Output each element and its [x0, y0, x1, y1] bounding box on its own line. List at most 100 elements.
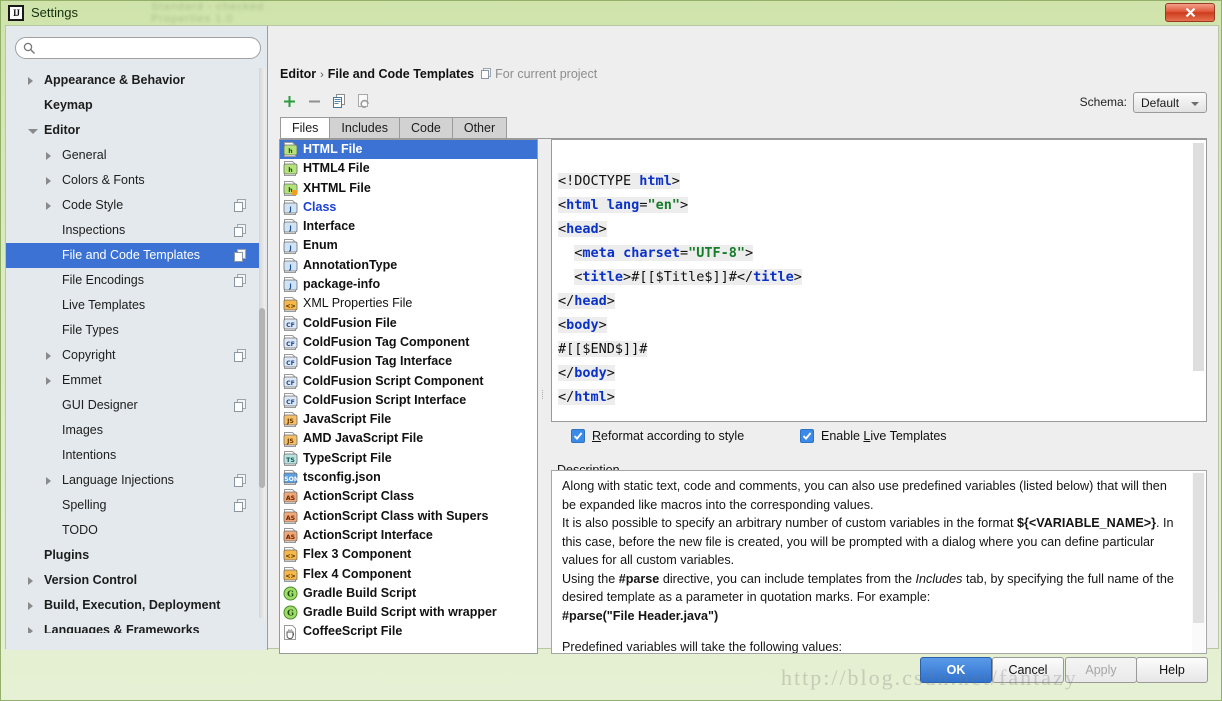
chevron-down-icon[interactable]: [28, 129, 38, 134]
sidebar-item-appearance-behavior[interactable]: Appearance & Behavior: [6, 68, 260, 93]
sidebar-item-colors-fonts[interactable]: Colors & Fonts: [6, 168, 260, 193]
template-list-item[interactable]: AS ActionScript Interface: [280, 526, 537, 545]
template-list-item[interactable]: h HTML File: [280, 140, 537, 160]
copy-template-button[interactable]: [328, 90, 350, 112]
search-input[interactable]: [41, 39, 253, 57]
splitter-grip[interactable]: [542, 389, 547, 403]
template-name: Gradle Build Script with wrapper: [303, 605, 497, 620]
sidebar-scroll-thumb[interactable]: [259, 308, 265, 488]
sidebar-item-plugins[interactable]: Plugins: [6, 543, 260, 568]
chevron-right-icon[interactable]: [46, 177, 51, 185]
panel-splitter[interactable]: [539, 139, 551, 654]
sidebar-item-file-encodings[interactable]: File Encodings: [6, 268, 260, 293]
template-list-item[interactable]: Jpackage-info: [280, 275, 537, 294]
title-bar: IJ Settings Standard - checked Propertie…: [1, 1, 1222, 25]
chevron-right-icon[interactable]: [46, 377, 51, 385]
template-list-item[interactable]: J Interface: [280, 217, 537, 236]
template-list-item[interactable]: CF ColdFusion Script Component: [280, 372, 537, 391]
chevron-right-icon[interactable]: [28, 77, 33, 85]
template-list-item[interactable]: CF ColdFusion Tag Component: [280, 333, 537, 352]
close-button[interactable]: [1165, 3, 1215, 22]
template-list-item[interactable]: J Class: [280, 198, 537, 217]
chevron-right-icon[interactable]: [28, 627, 33, 633]
sidebar-item-code-style[interactable]: Code Style: [6, 193, 260, 218]
tab-code[interactable]: Code: [398, 117, 453, 139]
templates-list[interactable]: h HTML File h HTML4 File h XHTML File J Class J I…: [279, 139, 538, 654]
template-list-item[interactable]: CF ColdFusion File: [280, 314, 537, 333]
template-list-item[interactable]: <> Flex 4 Component: [280, 565, 537, 584]
sidebar-item-spelling[interactable]: Spelling: [6, 493, 260, 518]
reformat-checkbox[interactable]: [571, 429, 585, 443]
settings-tree[interactable]: Appearance & Behavior Keymap Editor General…: [6, 68, 260, 633]
description-scrollbar[interactable]: [1192, 472, 1205, 653]
live-templates-checkbox-row[interactable]: Enable Live Templates: [800, 429, 947, 443]
template-code[interactable]: <!DOCTYPE html> <html lang="en"> <head> <m…: [558, 145, 802, 421]
sidebar-item-emmet[interactable]: Emmet: [6, 368, 260, 393]
chevron-right-icon[interactable]: [46, 152, 51, 160]
reformat-checkbox-row[interactable]: Reformat according to style: [571, 429, 744, 443]
template-list-item[interactable]: CF ColdFusion Tag Interface: [280, 352, 537, 371]
template-list-item[interactable]: JS JavaScript File: [280, 410, 537, 429]
sidebar-item-languages-frameworks[interactable]: Languages & Frameworks: [6, 618, 260, 633]
template-list-item[interactable]: CF ColdFusion Script Interface: [280, 391, 537, 410]
schema-dropdown[interactable]: Default: [1133, 92, 1207, 113]
sidebar-item-inspections[interactable]: Inspections: [6, 218, 260, 243]
template-list-item[interactable]: JSON tsconfig.json: [280, 468, 537, 487]
template-list-item[interactable]: h HTML4 File: [280, 159, 537, 178]
template-list-item[interactable]: JS AMD JavaScript File: [280, 429, 537, 448]
tab-other[interactable]: Other: [451, 117, 508, 139]
sidebar-item-file-types[interactable]: File Types: [6, 318, 260, 343]
chevron-right-icon[interactable]: [46, 477, 51, 485]
template-list-item[interactable]: AS ActionScript Class: [280, 487, 537, 506]
help-button[interactable]: Help: [1136, 657, 1208, 683]
chevron-right-icon[interactable]: [28, 602, 33, 610]
tab-files[interactable]: Files: [280, 117, 331, 139]
chevron-right-icon[interactable]: [46, 202, 51, 210]
sidebar-item-build-execution-deployment[interactable]: Build, Execution, Deployment: [6, 593, 260, 618]
sidebar-scrollbar[interactable]: [259, 68, 265, 618]
sidebar-item-gui-designer[interactable]: GUI Designer: [6, 393, 260, 418]
template-list-item[interactable]: J Enum: [280, 236, 537, 255]
sidebar-item-keymap[interactable]: Keymap: [6, 93, 260, 118]
apply-button[interactable]: Apply: [1065, 657, 1137, 683]
cancel-button[interactable]: Cancel: [992, 657, 1064, 683]
template-list-item[interactable]: G Gradle Build Script with wrapper: [280, 603, 537, 622]
live-templates-checkbox[interactable]: [800, 429, 814, 443]
template-tabs[interactable]: Files Includes Code Other: [280, 117, 508, 139]
search-box[interactable]: [15, 37, 261, 59]
editor-scroll-thumb[interactable]: [1193, 143, 1204, 371]
sidebar-item-version-control[interactable]: Version Control: [6, 568, 260, 593]
template-list-item[interactable]: <> Flex 3 Component: [280, 545, 537, 564]
chevron-right-icon[interactable]: [28, 577, 33, 585]
tab-includes[interactable]: Includes: [329, 117, 400, 139]
reset-template-button[interactable]: [353, 90, 375, 112]
sidebar-item-file-and-code-templates[interactable]: File and Code Templates: [6, 243, 260, 268]
description-panel[interactable]: Along with static text, code and comment…: [551, 470, 1207, 654]
breadcrumb-parent[interactable]: Editor: [280, 67, 316, 81]
add-template-button[interactable]: [278, 90, 300, 112]
dialog-body: Appearance & Behavior Keymap Editor General…: [5, 25, 1219, 654]
template-list-item[interactable]: G Gradle Build Script: [280, 584, 537, 603]
sidebar-item-live-templates[interactable]: Live Templates: [6, 293, 260, 318]
editor-scrollbar[interactable]: [1192, 141, 1205, 421]
template-list-item[interactable]: J AnnotationType: [280, 256, 537, 275]
sidebar-item-copyright[interactable]: Copyright: [6, 343, 260, 368]
template-name: Interface: [303, 219, 356, 234]
template-list-item[interactable]: <> XML Properties File: [280, 294, 537, 313]
sidebar-item-todo[interactable]: TODO: [6, 518, 260, 543]
sidebar-item-images[interactable]: Images: [6, 418, 260, 443]
actionscript-icon: AS: [283, 528, 298, 544]
template-list-item[interactable]: h XHTML File: [280, 179, 537, 198]
description-scroll-thumb[interactable]: [1193, 473, 1204, 623]
sidebar-item-intentions[interactable]: Intentions: [6, 443, 260, 468]
sidebar-item-general[interactable]: General: [6, 143, 260, 168]
template-list-item[interactable]: CoffeeScript File: [280, 622, 537, 641]
remove-template-button[interactable]: [303, 90, 325, 112]
sidebar-item-editor[interactable]: Editor: [6, 118, 260, 143]
ok-button[interactable]: OK: [920, 657, 992, 683]
chevron-right-icon[interactable]: [46, 352, 51, 360]
sidebar-item-language-injections[interactable]: Language Injections: [6, 468, 260, 493]
template-list-item[interactable]: AS ActionScript Class with Supers: [280, 507, 537, 526]
template-list-item[interactable]: TS TypeScript File: [280, 449, 537, 468]
template-editor[interactable]: <!DOCTYPE html> <html lang="en"> <head> <m…: [551, 139, 1207, 422]
